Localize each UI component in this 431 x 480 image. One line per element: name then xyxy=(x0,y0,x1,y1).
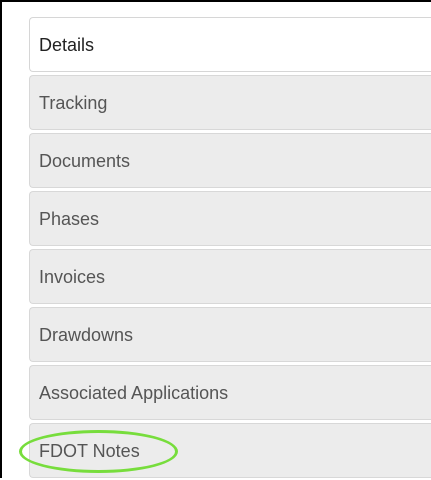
tab-details[interactable]: Details xyxy=(29,17,431,72)
vertical-tab-list: Details Tracking Documents Phases Invoic… xyxy=(29,17,431,480)
tab-associated-applications[interactable]: Associated Applications xyxy=(29,365,431,420)
tab-documents-label: Documents xyxy=(39,151,131,171)
tab-documents[interactable]: Documents xyxy=(29,133,431,188)
tab-phases-label: Phases xyxy=(39,209,100,229)
tab-details-label: Details xyxy=(39,35,95,55)
tab-fdot-notes-label: FDOT Notes xyxy=(39,441,140,461)
tab-drawdowns[interactable]: Drawdowns xyxy=(29,307,431,362)
tab-phases[interactable]: Phases xyxy=(29,191,431,246)
tab-tracking[interactable]: Tracking xyxy=(29,75,431,130)
tab-associated-applications-label: Associated Applications xyxy=(39,383,229,403)
tab-invoices-label: Invoices xyxy=(39,267,106,287)
tab-invoices[interactable]: Invoices xyxy=(29,249,431,304)
tab-drawdowns-label: Drawdowns xyxy=(39,325,134,345)
tab-fdot-notes[interactable]: FDOT Notes xyxy=(29,423,431,478)
tab-tracking-label: Tracking xyxy=(39,93,108,113)
tab-panel-frame: Details Tracking Documents Phases Invoic… xyxy=(0,0,431,478)
